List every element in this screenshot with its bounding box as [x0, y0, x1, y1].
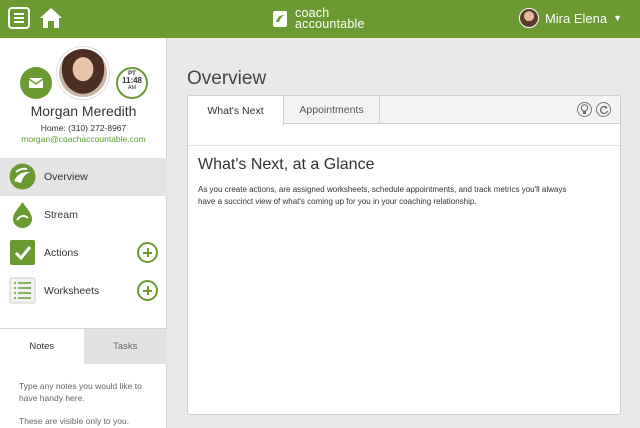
lightbulb-icon[interactable] [577, 102, 592, 117]
menu-icon[interactable] [8, 7, 30, 29]
sidebar-item-label: Worksheets [44, 285, 100, 297]
client-name: Morgan Meredith [30, 103, 137, 119]
content-title: What's Next, at a Glance [198, 156, 375, 173]
client-phone: Home: (310) 272-8967 [40, 123, 127, 133]
tab-tasks[interactable]: Tasks [83, 329, 167, 364]
overview-panel: What's Next Appointments What's Next, at… [187, 95, 621, 415]
panel-divider [188, 145, 620, 146]
notes-visibility-note: These are visible only to you. [19, 416, 130, 426]
user-name: Mira Elena [544, 10, 608, 26]
add-worksheet-icon[interactable] [137, 280, 158, 301]
sidebar-item-stream[interactable]: Stream [0, 196, 167, 234]
sidebar-item-overview[interactable]: Overview [0, 158, 167, 196]
client-local-time: PT 11:48 AM [116, 67, 148, 99]
tab-notes[interactable]: Notes [0, 329, 84, 364]
mail-button[interactable] [20, 67, 52, 99]
notes-tabs: Notes Tasks [0, 328, 167, 364]
client-email-link[interactable]: morgan@coachaccountable.com [0, 134, 167, 144]
top-bar: coach accountable Mira Elena ▼ [0, 0, 640, 38]
notes-placeholder[interactable]: Type any notes you would like to have ha… [19, 380, 149, 404]
brand-name: coach accountable [295, 7, 365, 31]
add-action-icon[interactable] [137, 242, 158, 263]
tab-appointments[interactable]: Appointments [284, 96, 380, 124]
panel-tab-bar: What's Next Appointments [188, 96, 620, 125]
actions-icon [10, 240, 35, 265]
envelope-icon [28, 78, 44, 88]
logo-icon [273, 11, 287, 27]
sidebar-item-label: Overview [44, 171, 88, 183]
brand-line-2: accountable [295, 17, 365, 31]
sidebar-item-actions[interactable]: Actions [0, 234, 167, 272]
tab-whats-next[interactable]: What's Next [188, 96, 284, 125]
client-profile: PT 11:48 AM Morgan Meredith Home: (310) … [0, 38, 167, 158]
caret-down-icon: ▼ [613, 13, 622, 23]
sidebar-item-worksheets[interactable]: Worksheets [0, 272, 167, 310]
client-photo [57, 47, 109, 99]
page-title: Overview [187, 68, 267, 89]
sidebar-item-label: Stream [44, 209, 78, 221]
clock-time: 11:48 [121, 76, 143, 85]
stream-icon [13, 202, 32, 228]
sidebar: PT 11:48 AM Morgan Meredith Home: (310) … [0, 38, 167, 428]
brand-logo[interactable]: coach accountable [270, 7, 365, 31]
user-avatar [518, 8, 539, 28]
worksheets-icon [9, 277, 36, 304]
home-icon[interactable] [38, 6, 64, 30]
overview-icon [9, 163, 36, 190]
content-body: As you create actions, are assigned work… [198, 185, 567, 206]
clock-ampm: AM [127, 85, 137, 91]
sidebar-item-label: Actions [44, 247, 79, 259]
refresh-icon[interactable] [596, 102, 611, 117]
user-menu[interactable]: Mira Elena ▼ [518, 8, 622, 28]
